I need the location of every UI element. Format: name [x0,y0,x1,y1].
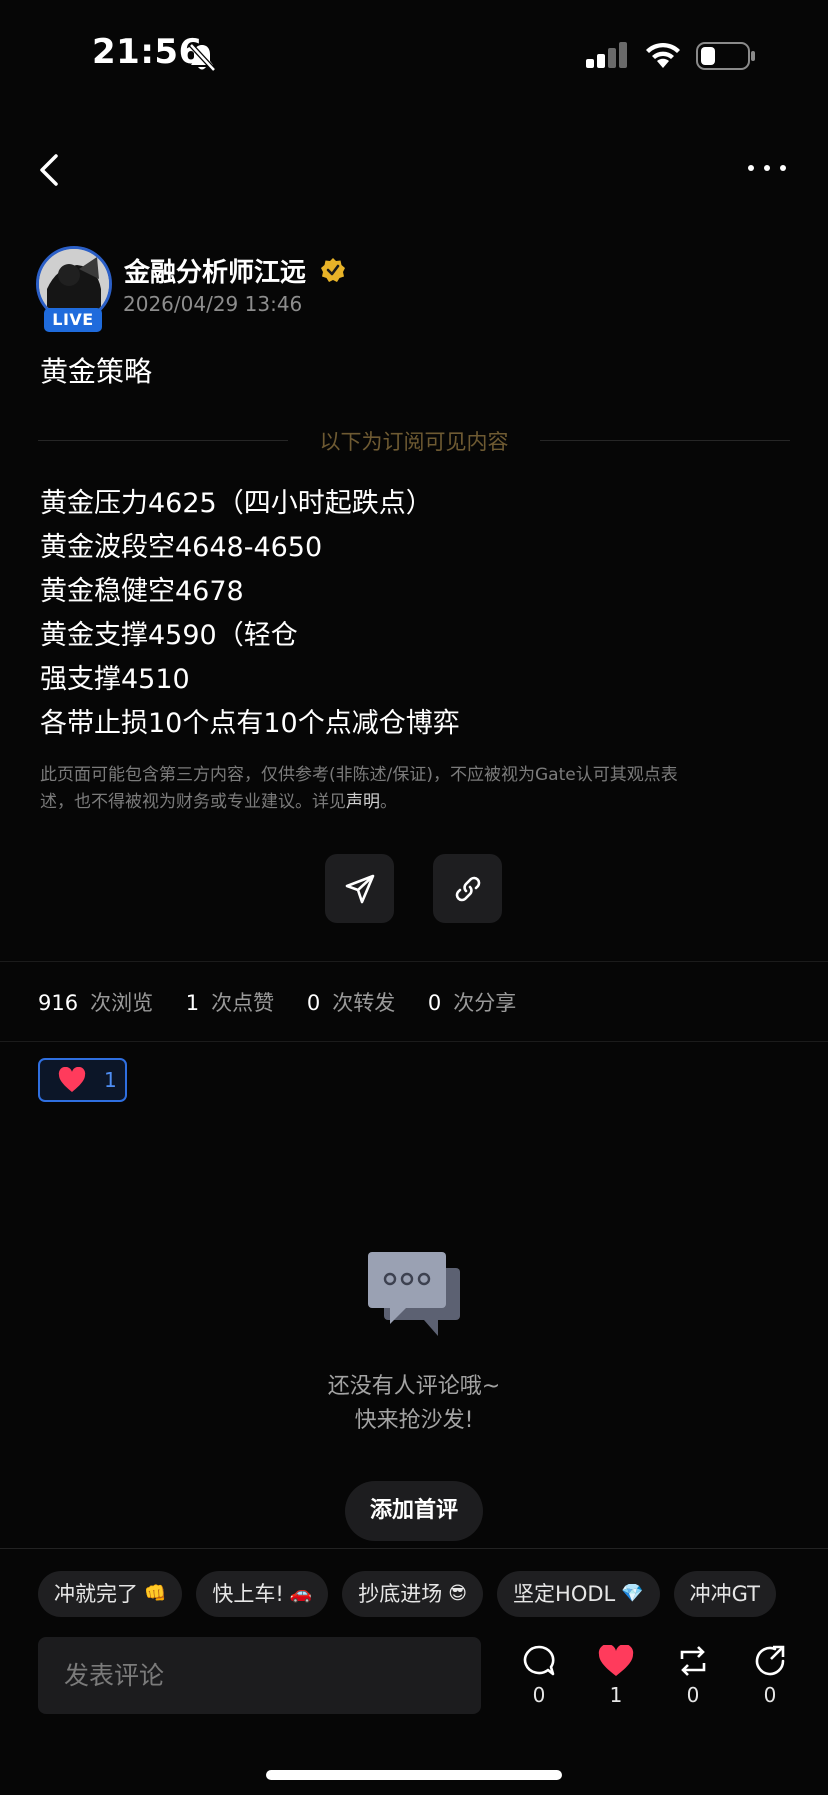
comment-input[interactable]: 发表评论 [38,1637,481,1714]
quick-reply-chip[interactable]: 抄底进场 😎 [342,1571,484,1617]
repost-button[interactable]: 0 [663,1645,723,1707]
heart-icon [598,1644,634,1676]
disclaimer: 此页面可能包含第三方内容，仅供参考(非陈述/保证)，不应被视为Gate认可其观点… [40,762,770,816]
divider [0,961,828,962]
copy-link-button[interactable] [433,854,502,923]
share-button[interactable]: 0 [740,1645,800,1707]
views-count: 916 [38,991,79,1015]
more-dots-icon [748,165,786,171]
subscriber-content-label: 以下为订阅可见内容 [319,430,509,454]
empty-line: 还没有人评论哦~ [327,1374,501,1399]
divider [0,1548,828,1549]
disclaimer-line: 述，也不得被视为财务或专业建议。详见 [40,792,346,812]
signal-icon [586,42,630,72]
post-content: 黄金压力4625（四小时起跌点） 黄金波段空4648-4650 黄金稳健空467… [40,482,460,746]
live-badge[interactable]: LIVE [44,308,102,332]
quick-reply-chip[interactable]: 冲就完了 👊 [38,1571,183,1617]
status-time: 21:56 [92,32,203,72]
reposts-count: 0 [306,991,321,1015]
share-icon [755,1645,785,1676]
back-button[interactable] [36,150,66,190]
post-title: 黄金策略 [40,355,153,388]
disclaimer-line: 此页面可能包含第三方内容，仅供参考(非陈述/保证)，不应被视为Gate认可其观点… [40,765,678,785]
author-name[interactable]: 金融分析师江远 [124,252,306,289]
share-send-button[interactable] [325,854,394,923]
heart-icon [58,1067,86,1092]
quick-reply-chip[interactable]: 快上车! 🚗 [196,1571,329,1617]
content-line: 各带止损10个点有10个点减仓博弈 [40,708,460,739]
quick-reply-chip[interactable]: 冲冲GT [673,1571,777,1617]
share-count: 0 [763,1683,777,1707]
link-icon [455,876,480,901]
content-line: 黄金波段空4648-4650 [40,532,323,563]
comment-icon [523,1645,555,1676]
bell-muted-icon [188,42,216,76]
like-count: 1 [609,1683,623,1707]
verified-badge-icon [320,257,346,287]
send-icon [345,874,374,903]
content-line: 强支撑4510 [40,664,190,695]
comment-bubbles-icon [368,1252,460,1344]
add-first-comment-button[interactable]: 添加首评 [345,1481,483,1541]
comment-count: 0 [532,1683,546,1707]
content-line: 黄金稳健空4678 [40,576,244,607]
quick-reply-chip[interactable]: 坚定HODL 💎 [497,1571,660,1617]
reaction-count: 1 [104,1068,117,1092]
post-stats: 916 次浏览 1 次点赞 0 次转发 0 次分享 [38,991,517,1015]
empty-state-text: 还没有人评论哦~ 快来抢沙发! [0,1370,828,1438]
chevron-left-icon [40,154,58,186]
disclaimer-link[interactable]: 声明 [346,792,380,812]
more-options-button[interactable] [745,148,789,188]
quick-replies: 冲就完了 👊 快上车! 🚗 抄底进场 😎 坚定HODL 💎 冲冲GT [38,1571,777,1617]
wifi-icon [643,40,683,74]
home-indicator[interactable] [266,1770,562,1780]
content-line: 黄金压力4625（四小时起跌点） [40,488,433,519]
comment-button[interactable]: 0 [509,1645,569,1707]
repost-icon [680,1646,706,1676]
heart-reaction-button[interactable]: 1 [38,1058,127,1102]
repost-count: 0 [686,1683,700,1707]
shares-count: 0 [427,991,442,1015]
battery-icon [696,42,756,74]
likes-count: 1 [185,991,200,1015]
empty-line: 快来抢沙发! [354,1408,474,1433]
like-button[interactable]: 1 [586,1644,646,1707]
content-line: 黄金支撑4590（轻仓 [40,620,298,651]
post-date: 2026/04/29 13:46 [123,292,303,316]
divider [0,1041,828,1042]
